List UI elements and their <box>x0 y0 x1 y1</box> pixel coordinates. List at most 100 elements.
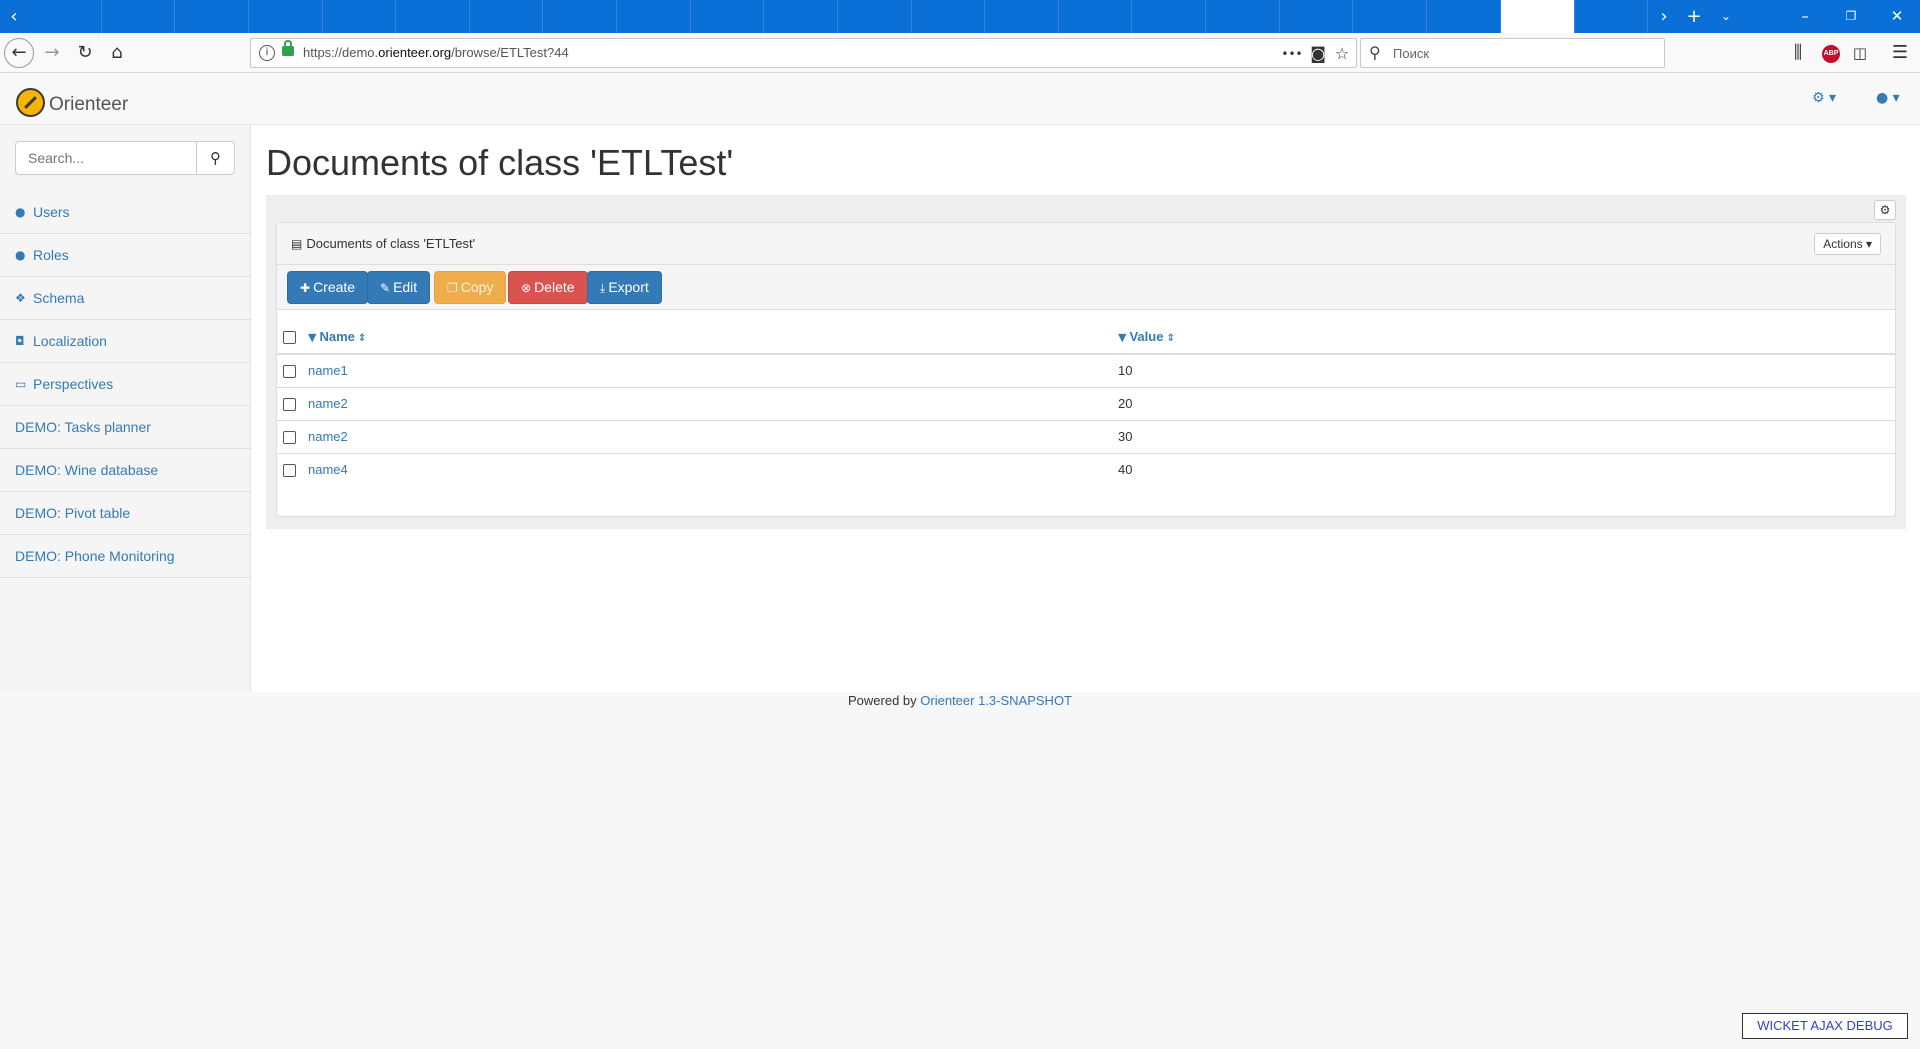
sidebar-item-pivot-table[interactable]: DEMO: Pivot table <box>0 492 250 535</box>
pocket-icon[interactable]: ◙ <box>1306 42 1330 66</box>
browser-tab[interactable] <box>1353 0 1427 33</box>
sort-icon[interactable]: ⇕ <box>358 333 366 344</box>
browser-tab[interactable] <box>617 0 691 33</box>
info-icon[interactable]: i <box>259 45 275 61</box>
export-button[interactable]: ⤓ Export <box>587 271 662 304</box>
panel-title: ▤ Documents of class 'ETLTest' <box>291 236 475 251</box>
row-checkbox[interactable] <box>283 464 296 478</box>
document-link[interactable]: name4 <box>308 462 348 477</box>
search-button-icon[interactable]: ⚲ <box>196 141 235 175</box>
url-bar[interactable]: i https://demo.orienteer.org/browse/ETLT… <box>250 38 1357 68</box>
user-menu-icon[interactable]: ● ▾ <box>1876 90 1900 106</box>
actions-dropdown[interactable]: Actions ▾ <box>1814 233 1881 255</box>
orienteer-logo[interactable] <box>16 88 45 117</box>
sidebar-item-label: Localization <box>33 333 107 349</box>
browser-tab[interactable] <box>985 0 1059 33</box>
browser-tab[interactable] <box>323 0 397 33</box>
widget-settings-icon[interactable]: ⚙ <box>1874 200 1896 220</box>
delete-label: Delete <box>534 279 575 295</box>
minimize-icon[interactable]: – <box>1782 0 1828 33</box>
browser-tab[interactable] <box>543 0 617 33</box>
reload-icon[interactable]: ↻ <box>71 39 99 67</box>
sidebar-item-localization[interactable]: ◘ Localization <box>0 320 250 363</box>
browser-tab[interactable] <box>396 0 470 33</box>
filter-icon[interactable]: ▼ <box>1118 331 1126 344</box>
name-column-header[interactable]: ▼ Name ⇕ <box>302 319 1112 355</box>
browser-tab[interactable] <box>1280 0 1354 33</box>
new-tab-icon[interactable]: + <box>1680 0 1708 33</box>
name-cell: name2 <box>302 387 1112 421</box>
brand-name[interactable]: Orienteer <box>49 94 128 116</box>
cubes-icon: ❖ <box>15 291 26 305</box>
browser-search-field[interactable]: ⚲ Поиск <box>1360 38 1665 68</box>
footer-prefix: Powered by <box>848 693 917 708</box>
sidebar-item-schema[interactable]: ❖ Schema <box>0 277 250 320</box>
name-cell: name1 <box>302 354 1112 388</box>
sidebar-item-label: DEMO: Wine database <box>15 462 159 478</box>
search-icon: ⚲ <box>1369 43 1381 62</box>
desktop-icon: ▭ <box>15 377 27 391</box>
name-cell: name2 <box>302 420 1112 454</box>
sort-icon[interactable]: ⇕ <box>1166 333 1174 344</box>
browser-tab[interactable] <box>912 0 986 33</box>
row-checkbox[interactable] <box>283 365 296 379</box>
orienteer-version-link[interactable]: Orienteer 1.3-SNAPSHOT <box>920 693 1072 708</box>
browser-tab[interactable] <box>175 0 249 33</box>
browser-tab[interactable] <box>838 0 912 33</box>
create-button[interactable]: ✚ Create <box>287 271 369 304</box>
edit-icon: ✎ <box>380 281 391 295</box>
row-checkbox[interactable] <box>283 431 296 445</box>
filter-icon[interactable]: ▼ <box>308 331 316 344</box>
home-icon[interactable]: ⌂ <box>103 39 131 67</box>
sidebar-item-phone-monitoring[interactable]: DEMO: Phone Monitoring <box>0 535 250 578</box>
sidebar-item-tasks-planner[interactable]: DEMO: Tasks planner <box>0 406 250 449</box>
edit-button[interactable]: ✎ Edit <box>367 271 431 304</box>
browser-tab[interactable] <box>1206 0 1280 33</box>
browser-tab[interactable] <box>1132 0 1206 33</box>
delete-button[interactable]: ⊗ Delete <box>508 271 588 304</box>
browser-tab[interactable] <box>470 0 544 33</box>
wicket-ajax-debug-button[interactable]: WICKET AJAX DEBUG <box>1742 1013 1908 1039</box>
row-select-cell <box>277 420 302 454</box>
forward-icon[interactable]: → <box>38 39 66 67</box>
bookmark-star-icon[interactable]: ☆ <box>1330 42 1354 66</box>
restore-icon[interactable]: ❐ <box>1828 0 1874 33</box>
url-prefix: https://demo. <box>303 45 379 60</box>
browser-tab[interactable] <box>249 0 323 33</box>
browser-tab[interactable] <box>102 0 176 33</box>
menu-icon[interactable]: ☰ <box>1886 39 1914 67</box>
browser-tab[interactable] <box>1575 0 1649 33</box>
browser-tab[interactable] <box>691 0 765 33</box>
browser-tab[interactable] <box>764 0 838 33</box>
library-icon[interactable]: ⫼ <box>1784 39 1812 67</box>
list-tabs-icon[interactable]: ⌄ <box>1712 0 1740 33</box>
page-actions-icon[interactable]: ••• <box>1280 42 1304 66</box>
actions-label: Actions <box>1823 237 1863 251</box>
select-all-checkbox[interactable] <box>283 330 296 344</box>
edit-label: Edit <box>393 279 418 295</box>
document-link[interactable]: name2 <box>308 429 348 444</box>
sidebar-toggle-icon[interactable]: ◫ <box>1846 39 1874 67</box>
document-link[interactable]: name1 <box>308 363 348 378</box>
sidebar-item-perspectives[interactable]: ▭ Perspectives <box>0 363 250 406</box>
sidebar-item-wine-database[interactable]: DEMO: Wine database <box>0 449 250 492</box>
browser-tab[interactable] <box>1427 0 1501 33</box>
url-text[interactable]: https://demo.orienteer.org/browse/ETLTes… <box>303 45 569 60</box>
copy-button[interactable]: ❐ Copy <box>434 271 507 304</box>
sidebar-item-users[interactable]: ● Users <box>0 191 250 234</box>
adblock-icon[interactable]: ABP <box>1822 45 1840 63</box>
value-column-header[interactable]: ▼ Value ⇕ <box>1112 319 1895 355</box>
sidebar-search-input[interactable] <box>15 141 197 175</box>
browser-tab-active[interactable] <box>1500 0 1575 33</box>
close-window-icon[interactable]: ✕ <box>1874 0 1920 33</box>
sidebar-item-roles[interactable]: ● Roles <box>0 234 250 277</box>
browser-tab[interactable] <box>1059 0 1133 33</box>
tabs-scroll-left-icon[interactable]: ‹ <box>0 0 28 33</box>
document-link[interactable]: name2 <box>308 396 348 411</box>
sidebar-item-label: DEMO: Pivot table <box>15 505 131 521</box>
browser-tab[interactable] <box>28 0 102 33</box>
back-icon[interactable]: ← <box>4 38 34 68</box>
tabs-scroll-right-icon[interactable]: › <box>1650 0 1678 33</box>
row-checkbox[interactable] <box>283 398 296 412</box>
perspectives-menu-icon[interactable]: ⚙ ▾ <box>1812 90 1836 106</box>
